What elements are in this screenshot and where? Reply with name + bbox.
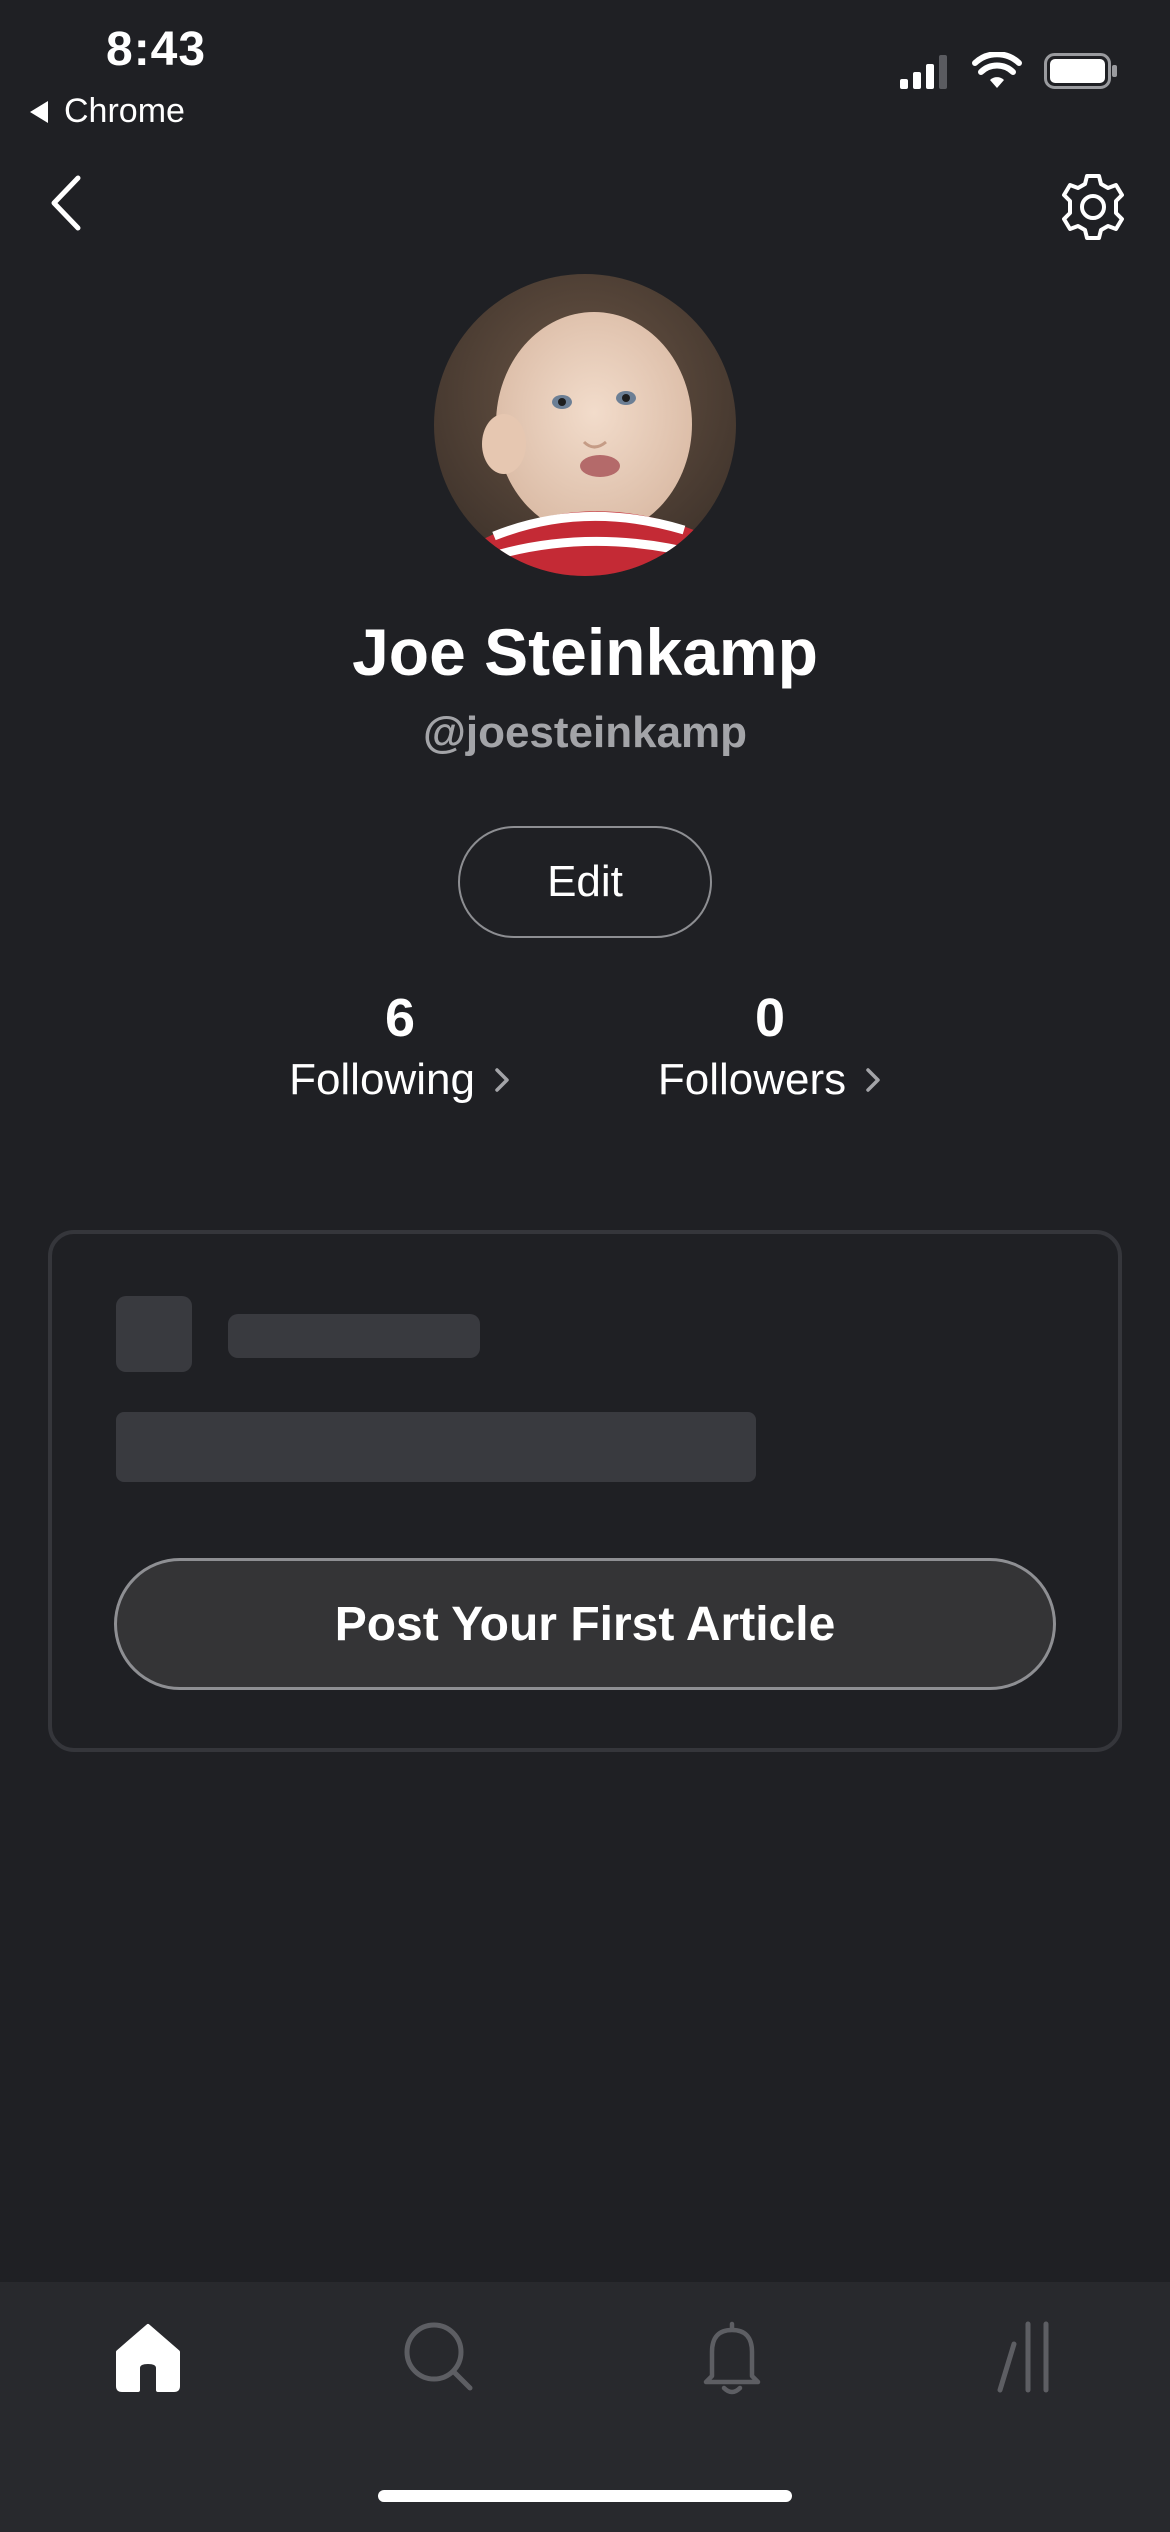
avatar[interactable] [434, 274, 736, 576]
wifi-icon [972, 52, 1022, 88]
profile-name: Joe Steinkamp [352, 615, 818, 689]
more-icon [997, 2321, 1049, 2393]
status-time: 8:43 [106, 23, 207, 76]
followers-count: 0 [754, 988, 786, 1048]
bell-icon [703, 2321, 761, 2395]
post-first-article-button[interactable]: Post Your First Article [114, 1558, 1056, 1690]
followers-label-row: Followers [640, 1050, 900, 1110]
signal-icon [900, 55, 947, 89]
followers-label: Followers [657, 1055, 847, 1104]
back-button[interactable] [42, 170, 92, 236]
search-icon [404, 2322, 473, 2391]
following-label-row: Following [270, 1050, 530, 1110]
back-app-label: Chrome [64, 92, 185, 130]
following-label: Following [289, 1055, 475, 1104]
home-icon [116, 2324, 180, 2392]
profile-handle: @joesteinkamp [422, 708, 748, 757]
chevron-right-icon [866, 1068, 880, 1092]
home-indicator [378, 2490, 792, 2502]
skeleton-thumbnail [116, 1296, 192, 1372]
skeleton-body-line [116, 1412, 756, 1482]
tab-notifications[interactable] [692, 2316, 772, 2396]
status-icons [900, 52, 1118, 90]
chevron-right-icon [495, 1068, 509, 1092]
edit-profile-button[interactable]: Edit [458, 826, 712, 938]
back-triangle-icon [30, 100, 48, 123]
followers-stat[interactable]: 0 Followers [640, 986, 900, 1110]
back-to-app-link[interactable]: Chrome [30, 92, 185, 131]
chevron-left-icon [51, 175, 81, 231]
battery-icon [1044, 53, 1117, 89]
avatar-photo [434, 274, 736, 576]
skeleton-title-line [228, 1314, 480, 1358]
settings-button[interactable] [1056, 170, 1130, 244]
gear-icon [1062, 174, 1124, 240]
tab-search[interactable] [398, 2316, 478, 2396]
following-count: 6 [384, 988, 416, 1048]
tab-home[interactable] [108, 2316, 188, 2396]
tab-more[interactable] [986, 2316, 1066, 2396]
following-stat[interactable]: 6 Following [270, 986, 530, 1110]
